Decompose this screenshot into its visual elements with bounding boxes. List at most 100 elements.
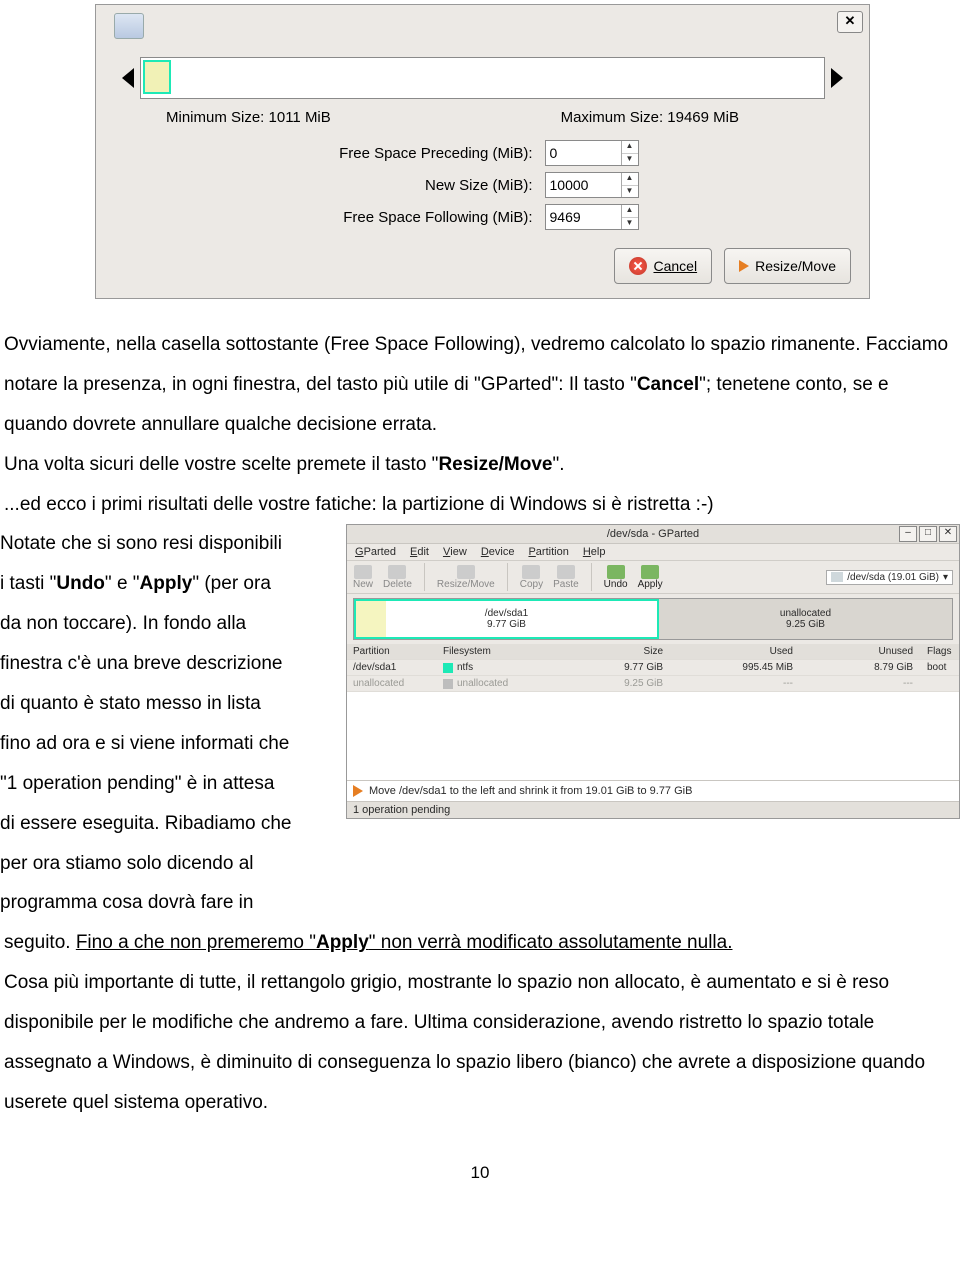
slider-fill <box>143 60 171 94</box>
following-label: Free Space Following (MiB): <box>223 209 545 226</box>
text: "1 operation pending" è in attesa <box>0 764 340 804</box>
text: di essere eseguita. Ribadiamo che <box>0 804 340 844</box>
unallocated-name: unallocated <box>780 608 831 619</box>
text-bold: Apply <box>316 932 369 953</box>
partition-size: 9.77 GiB <box>487 619 526 630</box>
chevron-down-icon: ▾ <box>943 572 948 583</box>
status-bar: 1 operation pending <box>347 801 959 818</box>
partition-slider[interactable] <box>122 57 843 99</box>
table-headers: Partition Filesystem Size Used Unused Fl… <box>347 644 959 660</box>
col-filesystem: Filesystem <box>443 646 553 657</box>
col-partition: Partition <box>353 646 443 657</box>
tool-delete: Delete <box>383 565 412 590</box>
gparted-window: /dev/sda - GParted – □ ✕ GParted Edit Vi… <box>346 524 960 819</box>
resize-dialog: ✕ Minimum Size: 1011 MiB Maximum Size: 1… <box>95 4 870 299</box>
spin-arrows[interactable]: ▲▼ <box>621 205 638 229</box>
tool-paste: Paste <box>553 565 579 590</box>
preceding-spin[interactable]: 0 ▲▼ <box>545 140 639 166</box>
cancel-button[interactable]: Cancel <box>614 248 712 284</box>
text-bold: Undo <box>56 573 105 594</box>
resize-button-label: Resize/Move <box>755 258 836 274</box>
menu-help[interactable]: Help <box>583 546 606 558</box>
unallocated-size: 9.25 GiB <box>786 619 825 630</box>
body-text: seguito. Fino a che non premeremo "Apply… <box>4 923 956 1122</box>
chevron-right-icon[interactable] <box>831 68 843 88</box>
text: Una volta sicuri delle vostre scelte pre… <box>4 454 438 475</box>
text: " (per ora <box>192 573 271 594</box>
col-flags: Flags <box>927 646 953 657</box>
text: finestra c'è una breve descrizione <box>0 644 340 684</box>
tool-resize: Resize/Move <box>437 565 495 590</box>
tool-undo[interactable]: Undo <box>604 565 628 590</box>
body-text: Ovviamente, nella casella sottostante (F… <box>4 325 956 524</box>
maximize-icon[interactable]: □ <box>919 526 937 542</box>
text: seguito. <box>4 932 76 953</box>
cancel-icon <box>629 257 647 275</box>
disk-bar[interactable]: /dev/sda1 9.77 GiB unallocated 9.25 GiB <box>353 598 953 640</box>
arrow-right-icon <box>353 785 363 797</box>
table-row[interactable]: /dev/sda1 ntfs 9.77 GiB 995.45 MiB 8.79 … <box>347 660 959 676</box>
newsize-label: New Size (MiB): <box>223 177 545 194</box>
spin-arrows[interactable]: ▲▼ <box>621 173 638 197</box>
close-icon[interactable]: ✕ <box>837 11 863 33</box>
tool-apply[interactable]: Apply <box>638 565 663 590</box>
menu-gparted[interactable]: GParted <box>355 546 396 558</box>
text: Cosa più importante di tutte, il rettang… <box>4 963 956 1123</box>
operation-list: Move /dev/sda1 to the left and shrink it… <box>347 780 959 801</box>
arrow-right-icon <box>739 260 749 272</box>
device-selector-label: /dev/sda (19.01 GiB) <box>847 572 939 583</box>
newsize-value[interactable]: 10000 <box>546 173 621 197</box>
text-bold: Cancel <box>637 374 699 395</box>
table-body: /dev/sda1 ntfs 9.77 GiB 995.45 MiB 8.79 … <box>347 660 959 780</box>
table-row[interactable]: unallocated unallocated 9.25 GiB --- --- <box>347 676 959 692</box>
text: ...ed ecco i primi risultati delle vostr… <box>4 485 956 525</box>
chevron-left-icon[interactable] <box>122 68 134 88</box>
text: Fino a che non premeremo " <box>76 932 316 953</box>
col-size: Size <box>553 646 683 657</box>
unallocated-block[interactable]: unallocated 9.25 GiB <box>659 599 952 639</box>
col-used: Used <box>683 646 813 657</box>
preceding-label: Free Space Preceding (MiB): <box>223 145 545 162</box>
text-bold: Resize/Move <box>438 454 552 475</box>
following-value[interactable]: 9469 <box>546 205 621 229</box>
following-spin[interactable]: 9469 ▲▼ <box>545 204 639 230</box>
unalloc-swatch <box>443 679 453 689</box>
max-size-label: Maximum Size: 19469 MiB <box>561 109 739 126</box>
window-title: /dev/sda - GParted <box>607 528 699 540</box>
tool-new: New <box>353 565 373 590</box>
menu-partition[interactable]: Partition <box>528 546 568 558</box>
resize-move-button[interactable]: Resize/Move <box>724 248 851 284</box>
partition-name: /dev/sda1 <box>485 608 528 619</box>
partition-block[interactable]: /dev/sda1 9.77 GiB <box>354 599 659 639</box>
page-number: 10 <box>0 1163 960 1183</box>
window-titlebar: /dev/sda - GParted – □ ✕ <box>347 525 959 544</box>
spin-arrows[interactable]: ▲▼ <box>621 141 638 165</box>
tool-copy: Copy <box>520 565 543 590</box>
text: " e " <box>105 573 140 594</box>
text: di quanto è stato messo in lista <box>0 684 340 724</box>
close-icon[interactable]: ✕ <box>939 526 957 542</box>
toolbar: New Delete Resize/Move Copy Paste Undo A… <box>347 561 959 594</box>
text-bold: Apply <box>140 573 193 594</box>
cancel-button-label: Cancel <box>653 258 697 274</box>
text: fino ad ora e si viene informati che <box>0 724 340 764</box>
device-selector[interactable]: /dev/sda (19.01 GiB) ▾ <box>826 570 953 585</box>
slider-track[interactable] <box>140 57 825 99</box>
menu-device[interactable]: Device <box>481 546 515 558</box>
minimize-icon[interactable]: – <box>899 526 917 542</box>
ntfs-swatch <box>443 663 453 673</box>
newsize-spin[interactable]: 10000 ▲▼ <box>545 172 639 198</box>
operation-text: Move /dev/sda1 to the left and shrink it… <box>369 785 692 797</box>
col-unused: Unused <box>813 646 927 657</box>
min-size-label: Minimum Size: 1011 MiB <box>166 109 331 126</box>
menu-bar[interactable]: GParted Edit View Device Partition Help <box>347 544 959 561</box>
preceding-value[interactable]: 0 <box>546 141 621 165</box>
text: Notate che si sono resi disponibili <box>0 524 340 564</box>
text: ". <box>552 454 564 475</box>
menu-view[interactable]: View <box>443 546 467 558</box>
drive-icon <box>831 572 843 582</box>
text: i tasti " <box>0 573 56 594</box>
menu-edit[interactable]: Edit <box>410 546 429 558</box>
drive-icon <box>114 13 144 39</box>
body-text-left: Notate che si sono resi disponibili i ta… <box>0 524 342 923</box>
